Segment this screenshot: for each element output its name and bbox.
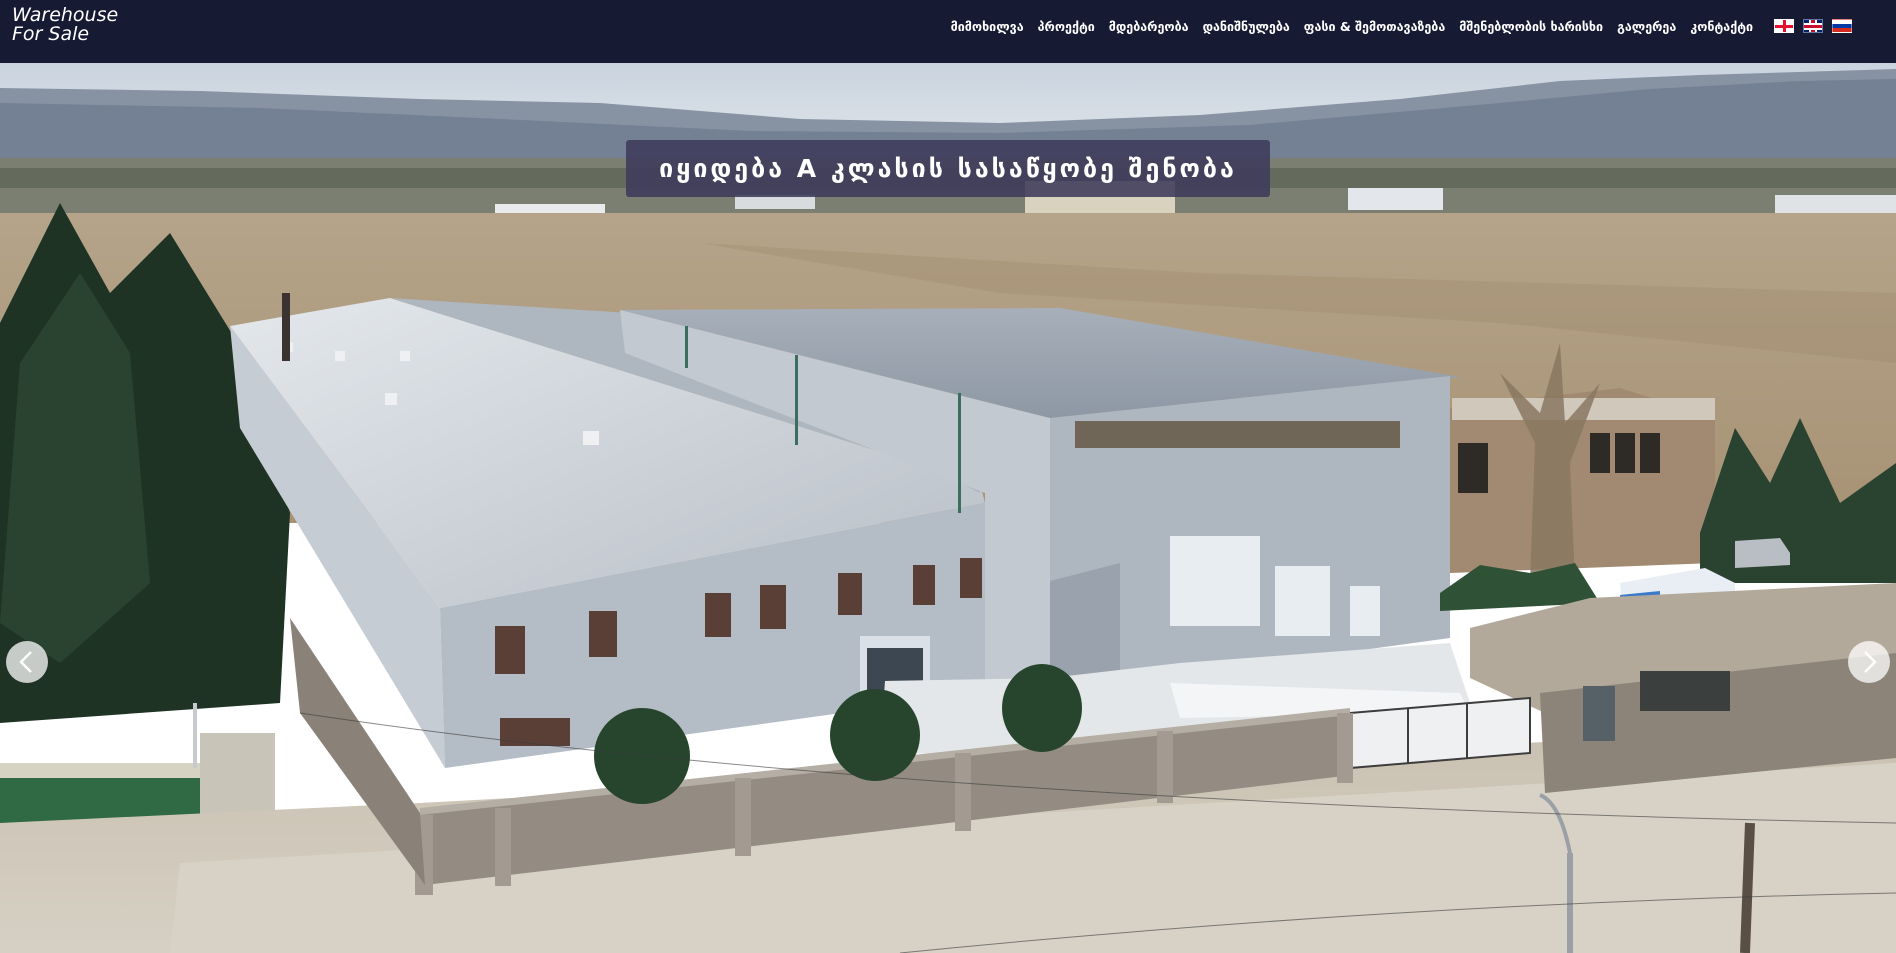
uk-flag-icon[interactable] xyxy=(1803,19,1823,33)
nav-item-gallery[interactable]: გალერეა xyxy=(1617,19,1676,34)
hero-title: იყიდება A კლასის სასაწყობე შენობა xyxy=(626,140,1270,197)
nav-item-construction-quality[interactable]: მშენებლობის ხარისხი xyxy=(1459,19,1603,34)
nav-item-contact[interactable]: კონტაქტი xyxy=(1690,19,1753,34)
language-switcher xyxy=(1765,19,1852,33)
main-nav: მიმოხილვა პროექტი მდებარეობა დანიშნულება… xyxy=(937,0,1852,52)
slider-next-button[interactable] xyxy=(1848,641,1890,683)
chevron-right-icon xyxy=(1864,651,1877,673)
slider-prev-button[interactable] xyxy=(6,641,48,683)
nav-item-overview[interactable]: მიმოხილვა xyxy=(951,19,1024,34)
nav-item-price-offer[interactable]: ფასი & შემოთავაზება xyxy=(1304,19,1445,34)
chevron-left-icon xyxy=(19,651,32,673)
nav-item-purpose[interactable]: დანიშნულება xyxy=(1203,19,1290,34)
hero-slider: იყიდება A კლასის სასაწყობე შენობა xyxy=(0,63,1896,953)
site-header: Warehouse For Sale მიმოხილვა პროექტი მდე… xyxy=(0,0,1896,63)
russia-flag-icon[interactable] xyxy=(1832,19,1852,33)
nav-item-project[interactable]: პროექტი xyxy=(1038,19,1095,34)
georgia-flag-icon[interactable] xyxy=(1774,19,1794,33)
nav-item-location[interactable]: მდებარეობა xyxy=(1109,19,1189,34)
logo-line-2: For Sale xyxy=(12,23,90,45)
site-logo[interactable]: Warehouse For Sale xyxy=(12,6,118,44)
